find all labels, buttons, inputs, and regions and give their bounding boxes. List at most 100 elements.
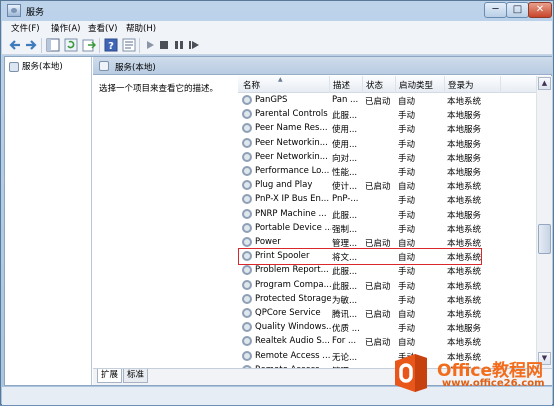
table-row[interactable]: Plug and Play 使计... 已启动 自动 本地系统 xyxy=(238,178,536,192)
service-description: 此服... xyxy=(332,111,358,122)
restart-icon[interactable] xyxy=(187,38,201,52)
table-row[interactable]: Peer Name Res... 使用... 手动 本地服务 xyxy=(238,121,536,135)
table-row[interactable]: Portable Device ... 强制... 手动 本地系统 xyxy=(238,221,536,235)
console-tree: 服务(本地) xyxy=(5,57,92,385)
table-row[interactable]: PanGPS Pan ... 已启动 自动 本地系统 xyxy=(238,93,536,107)
service-startup-type: 手动 xyxy=(398,168,416,178)
toolbar: ? xyxy=(2,36,552,55)
maximize-button[interactable]: □ xyxy=(506,2,529,18)
table-row[interactable]: Power 管理... 已启动 自动 本地系统 xyxy=(238,235,536,249)
service-gear-icon xyxy=(242,237,252,247)
tree-item-services-local[interactable]: 服务(本地) xyxy=(9,60,63,72)
vertical-scrollbar[interactable]: ▲ ▼ xyxy=(536,76,552,368)
service-log-on-as: 本地系统 xyxy=(447,310,482,320)
table-row[interactable]: PNRP Machine ... 此服... 手动 本地服务 xyxy=(238,207,536,221)
service-description: For ... xyxy=(332,336,357,347)
column-header-status[interactable]: 状态 xyxy=(366,79,383,91)
service-startup-type: 手动 xyxy=(398,210,416,221)
service-log-on-as: 本地系统 xyxy=(447,295,482,306)
help-icon[interactable]: ? xyxy=(104,38,118,52)
table-row[interactable]: PnP-X IP Bus En... PnP-... 手动 本地系统 xyxy=(238,192,536,206)
scroll-thumb[interactable] xyxy=(538,224,551,254)
service-startup-type: 手动 xyxy=(398,125,416,136)
service-gear-icon xyxy=(242,265,252,276)
table-row[interactable]: Peer Networkin... 向对... 手动 本地服务 xyxy=(238,150,536,164)
services-app-icon xyxy=(7,4,21,17)
service-description: 此服... xyxy=(332,267,358,278)
service-description: 为敏... xyxy=(332,295,358,306)
table-row[interactable]: Realtek Audio S... For ... 已启动 自动 本地系统 xyxy=(238,334,536,348)
table-row[interactable]: Parental Controls 此服... 手动 本地服务 xyxy=(238,107,536,121)
column-header-description[interactable]: 描述 xyxy=(333,79,350,91)
service-startup-type: 自动 xyxy=(398,338,416,349)
service-description: 使用... xyxy=(332,139,358,150)
service-log-on-as: 本地系统 xyxy=(447,281,482,292)
service-gear-icon xyxy=(242,137,252,148)
table-row[interactable]: Protected Storage 为敏... 手动 本地系统 xyxy=(238,292,536,306)
service-status: 已启动 xyxy=(365,97,391,107)
table-row[interactable]: Program Compa... 此服... 已启动 手动 本地系统 xyxy=(238,278,536,292)
table-row[interactable]: Quality Windows... 优质 ... 手动 本地服务 xyxy=(238,320,536,334)
service-log-on-as: 本地服务 xyxy=(447,324,482,335)
tab-extended[interactable]: 扩展 xyxy=(97,369,123,383)
table-row[interactable]: QPCore Service 腾讯... 已启动 自动 本地系统 xyxy=(238,306,536,320)
service-name: Program Compa... xyxy=(255,279,331,290)
description-area: 选择一个项目来查看它的描述。 xyxy=(93,76,238,368)
forward-icon[interactable] xyxy=(24,38,38,52)
service-gear-icon xyxy=(242,95,252,105)
tab-standard[interactable]: 标准 xyxy=(123,369,149,383)
menu-help[interactable]: 帮助(H) xyxy=(126,22,156,34)
play-icon[interactable] xyxy=(143,38,157,52)
pause-icon[interactable] xyxy=(172,38,186,52)
service-gear-icon xyxy=(242,123,252,134)
service-startup-type: 手动 xyxy=(398,153,416,164)
service-log-on-as: 本地服务 xyxy=(447,125,482,136)
properties-icon[interactable] xyxy=(122,38,136,52)
service-description: 强制... xyxy=(332,224,358,235)
service-gear-icon xyxy=(242,151,252,162)
service-log-on-as: 本地系统 xyxy=(447,267,482,278)
back-icon[interactable] xyxy=(8,38,22,52)
refresh-icon[interactable] xyxy=(64,38,78,52)
service-name: Protected Storage xyxy=(255,293,331,304)
menu-action[interactable]: 操作(A) xyxy=(51,22,80,34)
service-log-on-as: 本地服务 xyxy=(447,153,482,164)
services-window: 服务 ─ □ ✕ 文件(F) 操作(A) 查看(V) 帮助(H) ? 服务(本地… xyxy=(0,0,554,405)
table-row[interactable]: Performance Lo... 性能... 手动 本地服务 xyxy=(238,164,536,178)
office26-watermark: Office教程网 www.office26.com xyxy=(389,351,554,406)
service-name: Realtek Audio S... xyxy=(255,336,330,347)
menu-file[interactable]: 文件(F) xyxy=(11,22,40,34)
service-name: Peer Networkin... xyxy=(255,151,328,162)
service-gear-icon xyxy=(242,336,252,347)
title-bar[interactable]: 服务 ─ □ ✕ xyxy=(1,1,553,21)
service-description: 优质 ... xyxy=(332,324,360,335)
show-hide-tree-icon[interactable] xyxy=(46,38,60,52)
service-gear-icon xyxy=(242,166,252,176)
close-button[interactable]: ✕ xyxy=(528,2,552,18)
service-gear-icon xyxy=(242,208,252,219)
service-description: 使用... xyxy=(332,125,358,136)
service-description: 向对... xyxy=(332,153,358,164)
table-row[interactable]: Peer Networkin... 使用... 手动 本地服务 xyxy=(238,136,536,150)
column-header-log-on-as[interactable]: 登录为 xyxy=(448,79,474,91)
service-log-on-as: 本地服务 xyxy=(447,139,482,150)
column-header-name[interactable]: 名称 xyxy=(243,79,260,91)
stop-icon[interactable] xyxy=(157,38,171,52)
export-icon[interactable] xyxy=(82,38,96,52)
column-header-startup-type[interactable]: 启动类型 xyxy=(399,79,433,91)
minimize-button[interactable]: ─ xyxy=(484,2,507,18)
service-name: Quality Windows... xyxy=(255,322,331,333)
services-list: 名称 ▲ 描述 状态 启动类型 登录为 PanGPS Pan ... 已启动 自动 本地… xyxy=(238,76,536,368)
service-log-on-as: 本地系统 xyxy=(447,196,482,207)
table-row[interactable]: Problem Report... 此服... 手动 本地系统 xyxy=(238,263,536,277)
scroll-up-button[interactable]: ▲ xyxy=(538,77,551,90)
list-header: 名称 ▲ 描述 状态 启动类型 登录为 xyxy=(238,76,536,93)
service-startup-type: 自动 xyxy=(398,310,416,320)
pane-header: 服务(本地) xyxy=(93,57,552,75)
service-gear-icon xyxy=(242,222,252,233)
pane-title: 服务(本地) xyxy=(115,63,156,73)
menu-view[interactable]: 查看(V) xyxy=(88,22,117,34)
window-title: 服务 xyxy=(26,8,45,18)
service-name: Portable Device ... xyxy=(255,222,331,233)
service-gear-icon xyxy=(242,180,252,191)
